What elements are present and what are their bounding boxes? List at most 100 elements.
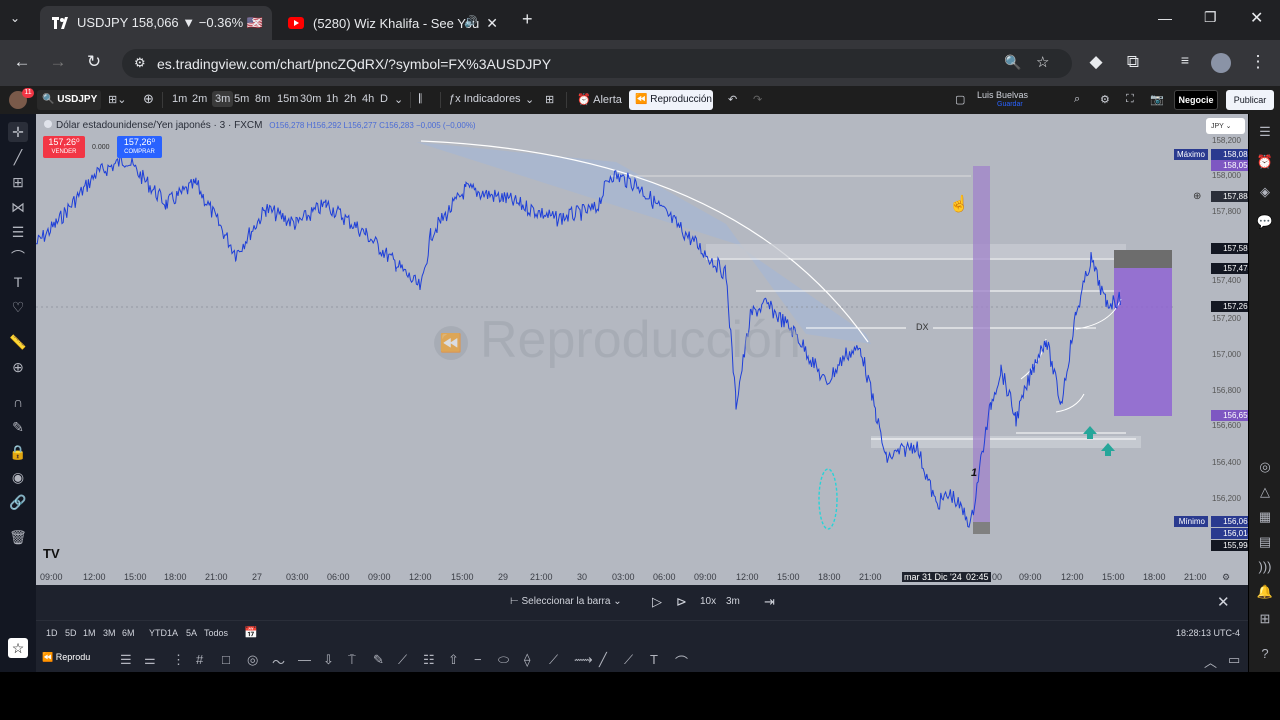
- ray-icon[interactable]: ⟋: [549, 652, 558, 668]
- interval-3m[interactable]: 3m: [212, 91, 234, 107]
- layout-icon[interactable]: ⊞: [545, 93, 554, 106]
- user-layout[interactable]: Luis Buelvas Guardar: [977, 90, 1057, 112]
- candle-type-icon[interactable]: 𝄃: [419, 91, 422, 107]
- currency-selector[interactable]: JPY ⌄: [1206, 118, 1245, 134]
- timeframe-6m[interactable]: 6M: [122, 628, 135, 638]
- help-icon[interactable]: ?: [1255, 644, 1275, 664]
- curve-icon[interactable]: ⌒: [675, 652, 688, 671]
- path-icon[interactable]: ⟠: [524, 652, 530, 668]
- interval-5m[interactable]: 5m: [234, 93, 249, 105]
- fullscreen-icon[interactable]: ⛶: [1126, 93, 1134, 106]
- timeframe-1m[interactable]: 1M: [83, 628, 96, 638]
- interval-15m[interactable]: 15m: [277, 93, 298, 105]
- publish-button[interactable]: Publicar: [1226, 90, 1274, 110]
- interval-dropdown-icon[interactable]: ⌄: [394, 93, 403, 106]
- interval-1h[interactable]: 1h: [326, 93, 338, 105]
- timeframe-todos[interactable]: Todos: [204, 628, 228, 638]
- interval-2h[interactable]: 2h: [344, 93, 356, 105]
- vertical-line-icon[interactable]: ⋮: [172, 652, 185, 668]
- layout-square-icon[interactable]: ▢: [955, 93, 965, 106]
- menu-icon[interactable]: ⋮: [1246, 52, 1270, 72]
- timeframe-5d[interactable]: 5D: [65, 628, 77, 638]
- star-icon[interactable]: ☆: [8, 638, 28, 658]
- sell-button[interactable]: 157,26⁰ VENDER: [43, 136, 85, 158]
- interval-4h[interactable]: 4h: [362, 93, 374, 105]
- indicators-button[interactable]: ƒx Indicadores: [449, 93, 521, 105]
- speaker-icon[interactable]: 🔊: [464, 15, 478, 28]
- ideas-icon[interactable]: △: [1255, 482, 1275, 502]
- interval-8m[interactable]: 8m: [255, 93, 270, 105]
- templates-icon[interactable]: ⌄: [525, 93, 534, 106]
- close-icon[interactable]: ✕: [486, 15, 498, 32]
- zoom-icon[interactable]: 🔍: [1004, 54, 1021, 71]
- undo-icon[interactable]: ↶: [728, 93, 737, 106]
- pen-icon[interactable]: ✎: [373, 652, 384, 668]
- hash-icon[interactable]: #: [196, 652, 203, 667]
- replay-speed[interactable]: 10x: [700, 596, 716, 607]
- timeframe-3m[interactable]: 3M: [103, 628, 116, 638]
- timeframe-5a[interactable]: 5A: [186, 628, 197, 638]
- new-tab-button[interactable]: +: [522, 9, 533, 30]
- stream-icon[interactable]: ))): [1255, 557, 1275, 577]
- lock-icon[interactable]: 🔒: [8, 442, 28, 462]
- minimize-button[interactable]: —: [1158, 10, 1172, 26]
- tab-search-icon[interactable]: ⌄: [10, 11, 20, 25]
- calendar-icon[interactable]: ▦: [1255, 507, 1275, 527]
- minus-icon[interactable]: −: [474, 652, 482, 667]
- add-alert-icon[interactable]: ⊕: [1193, 191, 1201, 202]
- bell-icon[interactable]: 🔔: [1255, 582, 1275, 602]
- extended-line-icon[interactable]: ╱: [599, 652, 607, 668]
- interval-D[interactable]: D: [380, 93, 388, 105]
- extension-icon[interactable]: ◆: [1084, 52, 1108, 72]
- url-field[interactable]: ⚙ es.tradingview.com/chart/pncZQdRX/?sym…: [122, 49, 1072, 78]
- interval-2m[interactable]: 2m: [192, 93, 207, 105]
- symbol-search[interactable]: 🔍 USDJPY: [37, 90, 101, 110]
- fib-icon[interactable]: ⟋: [398, 652, 407, 668]
- close-icon[interactable]: ✕: [250, 15, 262, 32]
- tab-usdjpy[interactable]: USDJPY 158,066 ▼ −0.36% 🇺🇸 ✕: [40, 6, 272, 40]
- buy-button[interactable]: 157,26⁰ COMPRAR: [117, 136, 162, 158]
- wave-icon[interactable]: 〜: [272, 652, 285, 671]
- brush-icon[interactable]: ⌒: [8, 247, 28, 267]
- chat-icon[interactable]: 💬: [1255, 212, 1275, 232]
- timeframe-1a[interactable]: 1A: [167, 628, 178, 638]
- replay-button[interactable]: ⏪ Reproducción: [629, 90, 713, 110]
- channel-icon[interactable]: ☷: [423, 652, 435, 668]
- projection-icon[interactable]: ☰: [8, 222, 28, 242]
- trendline-icon[interactable]: ╱: [8, 147, 28, 167]
- trash-icon[interactable]: 🗑: [8, 527, 28, 547]
- grid-widgets-icon[interactable]: ⊞: [1255, 609, 1275, 629]
- news-icon[interactable]: ▤: [1255, 532, 1275, 552]
- crosshair-icon[interactable]: ✛: [8, 122, 28, 142]
- media-icon[interactable]: ≡: [1173, 52, 1197, 68]
- clock-text[interactable]: 18:28:13 UTC-4: [1176, 628, 1240, 638]
- arrow-up-icon[interactable]: ⇧: [448, 652, 459, 668]
- zoom-in-icon[interactable]: ⊕: [8, 357, 28, 377]
- reload-button[interactable]: ↻: [82, 52, 106, 72]
- pencil-lock-icon[interactable]: ✎: [8, 417, 28, 437]
- close-replay-icon[interactable]: ✕: [1217, 593, 1230, 611]
- horizontal-line-icon[interactable]: —: [298, 652, 311, 667]
- interval-30m[interactable]: 30m: [300, 93, 321, 105]
- polyline-icon[interactable]: ⟿: [574, 652, 593, 668]
- text-tool-icon[interactable]: T: [650, 652, 658, 667]
- magnet-icon[interactable]: ∩: [8, 392, 28, 412]
- text-icon[interactable]: T: [8, 272, 28, 292]
- quick-search-icon[interactable]: ⌕: [1074, 93, 1080, 106]
- axis-settings-icon[interactable]: ⚙: [1222, 572, 1230, 583]
- time-axis[interactable]: 09:00 12:00 15:00 18:00 21:00 27 03:00 06:00 09:…: [36, 568, 1248, 585]
- compare-icon[interactable]: ⊞⌄: [108, 93, 126, 106]
- play-icon[interactable]: ▷: [652, 594, 662, 610]
- restore-button[interactable]: ❐: [1204, 9, 1217, 26]
- timeframe-1d[interactable]: 1D: [46, 628, 58, 638]
- layers-icon[interactable]: ◈: [1255, 182, 1275, 202]
- info-line-icon[interactable]: ⟋: [624, 652, 633, 668]
- settings-icon[interactable]: ⚙: [1100, 93, 1110, 106]
- pattern-icon[interactable]: ⋈: [8, 197, 28, 217]
- eye-icon[interactable]: ◉: [8, 467, 28, 487]
- step-forward-icon[interactable]: ⊳: [676, 594, 687, 610]
- replay-interval[interactable]: 3m: [726, 596, 740, 607]
- chart-pane[interactable]: ⏪ Reproducción Dólar estadounidense/Yen j…: [36, 114, 1248, 584]
- collapse-icon[interactable]: ︿: [1204, 652, 1217, 671]
- puzzle-icon[interactable]: ⧉: [1121, 52, 1145, 72]
